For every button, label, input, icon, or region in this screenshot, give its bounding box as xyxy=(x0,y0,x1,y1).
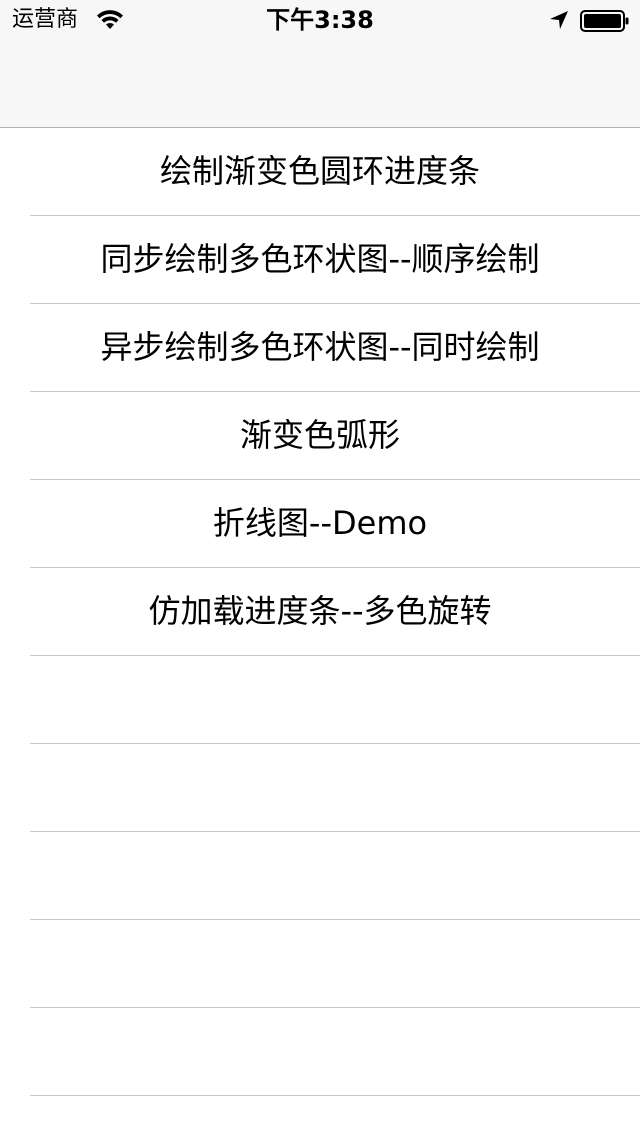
row-label xyxy=(0,656,640,744)
table-row[interactable]: 渐变色弧形 xyxy=(0,392,640,480)
row-label: 绘制渐变色圆环进度条 xyxy=(159,152,480,190)
table-row[interactable]: 仿加载进度条--多色旋转 xyxy=(0,568,640,656)
empty-table-row xyxy=(0,1008,640,1096)
empty-table-row xyxy=(0,832,640,920)
row-label xyxy=(0,920,640,1008)
navigation-bar: 运营商 下午3:38 xyxy=(0,0,640,128)
row-label xyxy=(0,744,640,832)
empty-table-row xyxy=(0,656,640,744)
table-row[interactable]: 同步绘制多色环状图--顺序绘制 xyxy=(0,216,640,304)
status-bar: 运营商 下午3:38 xyxy=(0,0,640,40)
table-row[interactable]: 折线图--Demo xyxy=(0,480,640,568)
row-label xyxy=(0,832,640,920)
row-label: 同步绘制多色环状图--顺序绘制 xyxy=(100,240,540,278)
location-arrow-icon xyxy=(550,11,568,29)
battery-icon xyxy=(580,10,629,32)
screen: 运营商 下午3:38 绘制渐变色圆环进度条 同步绘制多色环状图--顺序绘制 异步… xyxy=(0,0,640,1136)
row-label: 渐变色弧形 xyxy=(239,416,400,454)
table-row[interactable]: 异步绘制多色环状图--同时绘制 xyxy=(0,304,640,392)
clock: 下午3:38 xyxy=(266,6,374,34)
empty-table-row xyxy=(0,920,640,1008)
table-view[interactable]: 绘制渐变色圆环进度条 同步绘制多色环状图--顺序绘制 异步绘制多色环状图--同时… xyxy=(0,128,640,1136)
row-label: 仿加载进度条--多色旋转 xyxy=(148,592,492,630)
row-label: 折线图--Demo xyxy=(212,504,428,542)
empty-table-row xyxy=(0,744,640,832)
table-row[interactable]: 绘制渐变色圆环进度条 xyxy=(0,128,640,216)
row-label xyxy=(0,1008,640,1096)
row-label: 异步绘制多色环状图--同时绘制 xyxy=(100,328,540,366)
